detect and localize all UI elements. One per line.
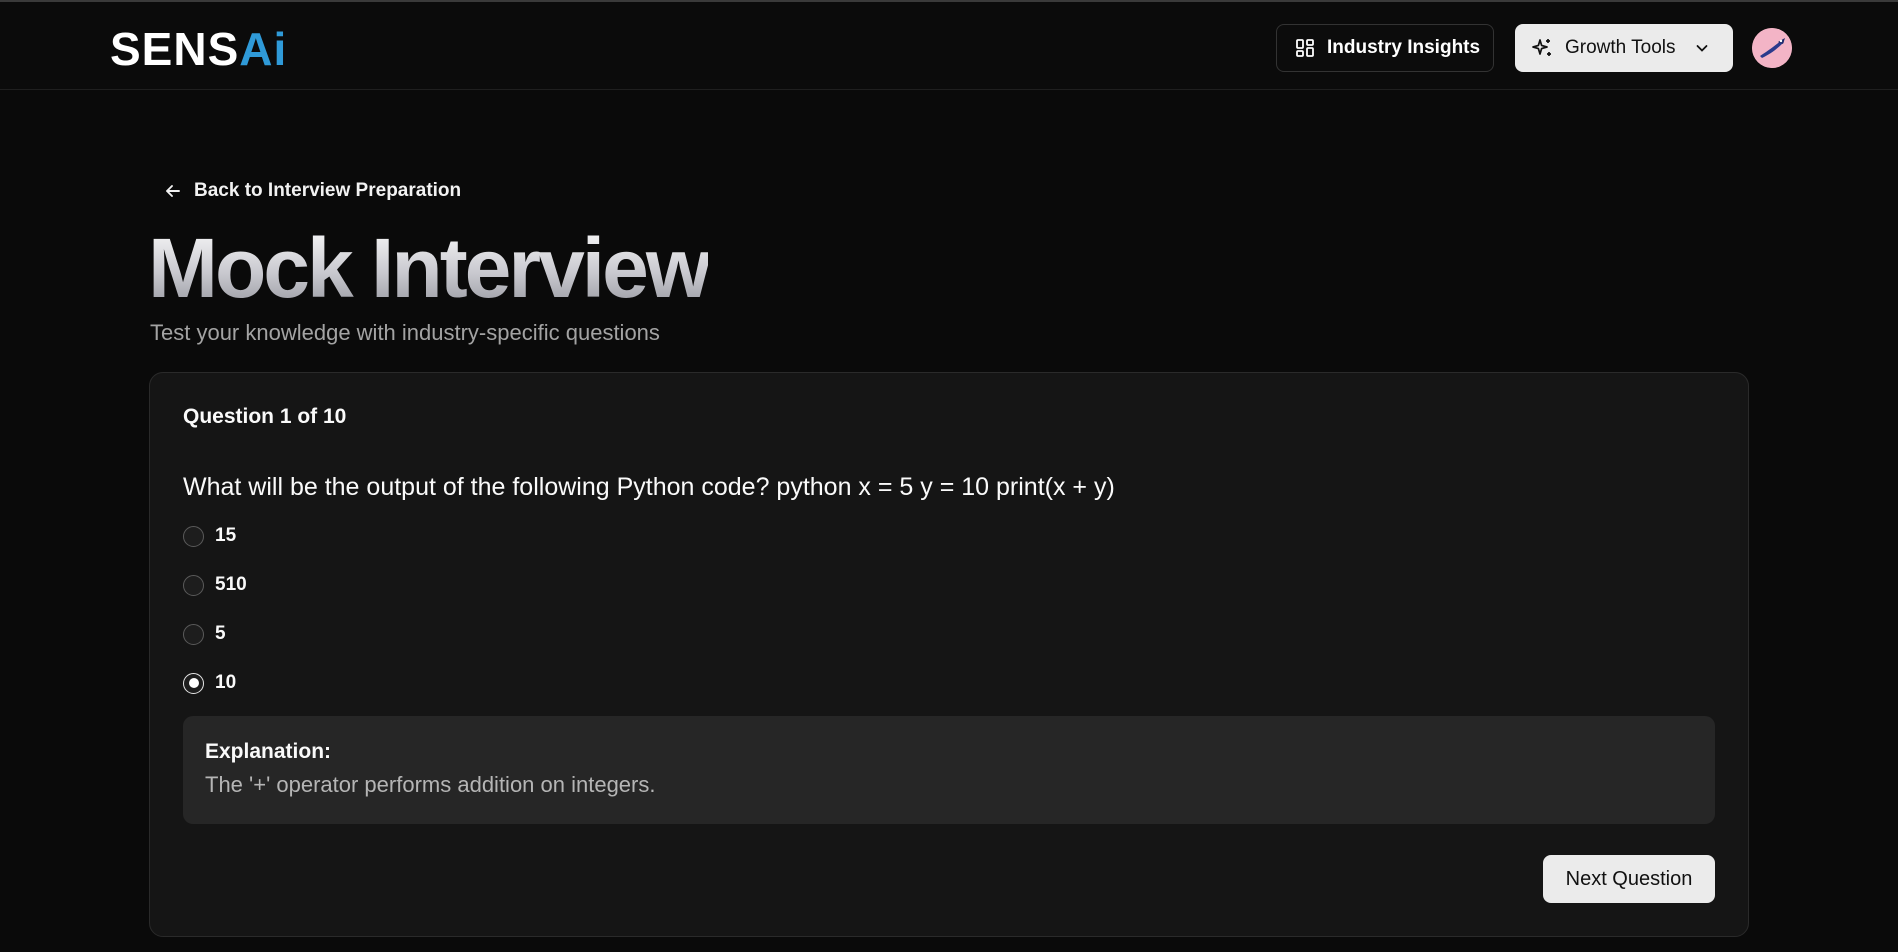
answer-option-label: 5 xyxy=(215,623,226,644)
bird-avatar-icon xyxy=(1752,28,1792,68)
page-subtitle: Test your knowledge with industry-specif… xyxy=(150,320,660,345)
question-card: Question 1 of 10 What will be the output… xyxy=(149,372,1749,937)
industry-insights-button[interactable]: Industry Insights xyxy=(1276,24,1494,72)
page: SENS Ai Industry Insights Growth Tools B… xyxy=(0,0,1898,952)
chevron-down-icon xyxy=(1694,40,1710,56)
explanation-text: The '+' operator performs addition on in… xyxy=(205,772,656,797)
radio-button[interactable] xyxy=(183,525,204,547)
logo-text-ai: Ai xyxy=(239,23,288,75)
answer-option-label: 10 xyxy=(215,672,237,693)
back-link-label: Back to Interview Preparation xyxy=(194,180,462,201)
arrow-left-icon xyxy=(164,182,182,200)
next-question-button[interactable]: Next Question xyxy=(1543,855,1715,903)
answer-option-label: 15 xyxy=(215,525,237,546)
answer-option[interactable]: 510 xyxy=(183,572,247,598)
answer-option[interactable]: 5 xyxy=(183,621,247,647)
question-text: What will be the output of the following… xyxy=(183,473,1115,501)
growth-tools-dropdown-button[interactable]: Growth Tools xyxy=(1515,24,1733,72)
top-navbar: SENS Ai Industry Insights Growth Tools xyxy=(0,2,1898,90)
answer-option[interactable]: 15 xyxy=(183,523,247,549)
sparkle-icon xyxy=(1531,37,1553,59)
user-avatar[interactable] xyxy=(1752,28,1792,68)
radio-button-selected[interactable] xyxy=(183,672,204,694)
industry-insights-label: Industry Insights xyxy=(1327,37,1481,58)
radio-button[interactable] xyxy=(183,623,204,645)
answer-options: 15 510 5 10 xyxy=(183,523,247,719)
answer-option-label: 510 xyxy=(215,574,247,595)
question-counter: Question 1 of 10 xyxy=(183,405,347,428)
logo-text-sens: SENS xyxy=(110,23,240,75)
growth-tools-label: Growth Tools xyxy=(1565,37,1676,58)
explanation-title: Explanation: xyxy=(205,740,332,763)
explanation-panel: Explanation: The '+' operator performs a… xyxy=(183,716,1715,824)
back-to-interview-prep-link[interactable]: Back to Interview Preparation xyxy=(164,178,461,204)
answer-option[interactable]: 10 xyxy=(183,670,247,696)
grid-icon xyxy=(1295,38,1315,58)
radio-button[interactable] xyxy=(183,574,204,596)
sensai-logo[interactable]: SENS Ai xyxy=(110,24,287,74)
page-title: Mock Interview xyxy=(148,221,711,315)
